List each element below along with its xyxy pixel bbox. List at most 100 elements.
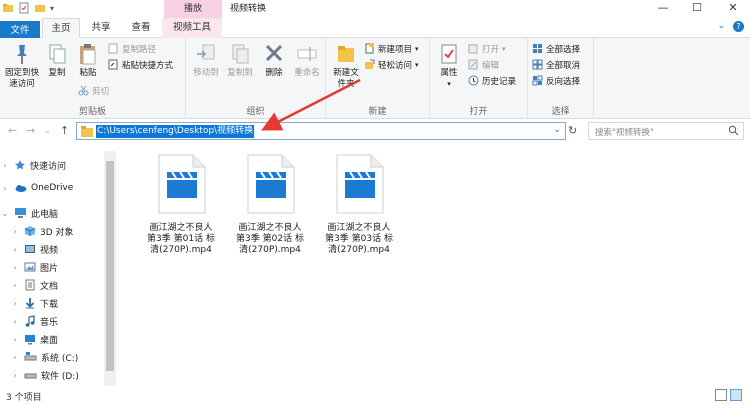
chevron-right-icon[interactable]: ›	[10, 245, 20, 254]
nav-item-pictures[interactable]: › 图片	[10, 259, 58, 275]
select-none-button[interactable]: 全部取消	[532, 58, 580, 71]
properties-icon[interactable]	[18, 2, 30, 14]
nav-item-desktop[interactable]: › 桌面	[10, 331, 58, 347]
folder-icon	[3, 4, 13, 12]
chevron-down-icon[interactable]: ⌄	[0, 209, 10, 218]
nav-item-this-pc[interactable]: ⌄ 此电脑	[0, 205, 58, 221]
close-button[interactable]: ✕	[716, 0, 750, 18]
back-arrow-icon[interactable]: ←	[8, 124, 17, 137]
chevron-right-icon[interactable]: ›	[10, 317, 20, 326]
item-count: 3 个项目	[6, 393, 42, 403]
nav-item-drive-c[interactable]: › 系统 (C:)	[10, 349, 78, 365]
pin-icon	[17, 45, 27, 64]
history-button[interactable]: 历史记录	[468, 74, 516, 87]
large-icons-view-icon[interactable]	[730, 389, 742, 401]
pin-to-quick-access-button[interactable]: 固定到快速访问	[2, 42, 42, 90]
invert-selection-button[interactable]: 反向选择	[532, 74, 580, 87]
maximize-button[interactable]: ☐	[680, 0, 714, 18]
new-folder-button[interactable]: 新建文件夹	[328, 42, 364, 90]
scrollbar-thumb[interactable]	[106, 161, 114, 371]
nav-item-music[interactable]: › 音乐	[10, 313, 58, 329]
refresh-icon[interactable]: ↻	[568, 124, 577, 137]
chevron-right-icon[interactable]: ›	[10, 263, 20, 272]
chevron-right-icon[interactable]: ›	[10, 353, 20, 362]
tab-share[interactable]: 共享	[84, 18, 118, 38]
select-all-button[interactable]: 全部选择	[532, 42, 580, 55]
nav-item-label: 视频	[40, 245, 59, 256]
nav-item-videos[interactable]: › 视频	[10, 241, 58, 257]
tab-video-tools[interactable]: 视频工具	[162, 18, 222, 38]
help-icon[interactable]: ?	[733, 21, 744, 32]
chevron-right-icon[interactable]: ›	[10, 335, 20, 344]
chevron-right-icon[interactable]: ›	[10, 299, 20, 308]
nav-item-documents[interactable]: › 文档	[10, 277, 58, 293]
address-path[interactable]: C:\Users\cenfeng\Desktop\视频转换	[96, 125, 255, 138]
rename-button[interactable]: 重命名	[290, 42, 324, 79]
file-name: 画江湖之不良人 第3季 第01话 标 清(270P).mp4	[147, 223, 215, 255]
new-folder-icon[interactable]	[34, 2, 46, 14]
cut-button[interactable]: 剪切	[78, 84, 109, 97]
chevron-right-icon[interactable]: ›	[10, 227, 20, 236]
chevron-right-icon[interactable]: ›	[0, 161, 10, 170]
minimize-button[interactable]: —	[646, 0, 680, 18]
nav-item-drive-d[interactable]: › 软件 (D:)	[10, 367, 79, 383]
invert-selection-label: 反向选择	[546, 76, 581, 87]
forward-arrow-icon[interactable]: →	[26, 124, 35, 137]
move-to-button[interactable]: 移动到	[190, 42, 222, 79]
chevron-down-icon: ▾	[447, 80, 451, 88]
chevron-down-icon[interactable]: ⌄	[717, 21, 725, 32]
easy-access-button[interactable]: 轻松访问 ▾	[364, 58, 419, 71]
edit-icon	[468, 59, 478, 70]
select-all-label: 全部选择	[546, 44, 581, 55]
search-input[interactable]: 搜索"视频转换"	[588, 122, 744, 140]
up-arrow-icon[interactable]: ↑	[60, 124, 69, 137]
delete-button[interactable]: 删除	[262, 42, 286, 79]
cloud-icon	[15, 185, 27, 192]
paste-shortcut-label: 粘贴快捷方式	[122, 60, 174, 71]
nav-pane-scrollbar[interactable]	[104, 151, 116, 386]
copy-path-button[interactable]: 复制路径	[108, 42, 156, 55]
file-item[interactable]: 画江湖之不良人 第3季 第01话 标 清(270P).mp4	[137, 154, 225, 256]
paste-button[interactable]: 粘贴	[74, 42, 102, 79]
context-tab-play: 播放	[164, 0, 222, 18]
nav-item-downloads[interactable]: › 下载	[10, 295, 58, 311]
open-button[interactable]: 打开 ▾	[468, 42, 506, 55]
paste-shortcut-icon	[108, 59, 118, 70]
paste-icon	[80, 44, 96, 65]
paste-shortcut-button[interactable]: 粘贴快捷方式	[108, 58, 173, 71]
file-item[interactable]: 画江湖之不良人 第3季 第03话 标 清(270P).mp4	[315, 154, 403, 256]
tab-home[interactable]: 主页	[42, 18, 80, 39]
copy-to-button[interactable]: 复制到	[224, 42, 256, 79]
file-item[interactable]: 画江湖之不良人 第3季 第02话 标 清(270P).mp4	[226, 154, 314, 256]
file-name: 画江湖之不良人 第3季 第03话 标 清(270P).mp4	[325, 223, 393, 255]
select-group-label: 选择	[551, 107, 570, 117]
address-bar[interactable]: C:\Users\cenfeng\Desktop\视频转换 ⌄	[76, 122, 566, 140]
details-view-icon[interactable]	[715, 389, 727, 401]
copy-label: 复制	[48, 68, 66, 78]
tab-view[interactable]: 查看	[124, 18, 158, 38]
edit-button[interactable]: 编辑	[468, 58, 499, 71]
chevron-right-icon[interactable]: ›	[10, 281, 20, 290]
nav-item-3d-objects[interactable]: › 3D 对象	[10, 223, 74, 239]
recent-locations-chevron-icon[interactable]: ⌄	[44, 126, 51, 135]
nav-item-onedrive[interactable]: › OneDrive	[0, 180, 73, 196]
copy-button[interactable]: 复制	[44, 42, 70, 79]
new-item-icon	[365, 43, 374, 54]
cut-label: 剪切	[92, 86, 110, 97]
pc-icon	[15, 208, 26, 218]
delete-icon	[265, 44, 283, 62]
nav-item-label: 软件 (D:)	[41, 371, 79, 382]
chevron-down-icon[interactable]: ⌄	[553, 125, 561, 135]
customize-quick-access-icon[interactable]: ▾	[50, 4, 54, 13]
view-toggle	[715, 389, 742, 401]
nav-item-label: 系统 (C:)	[41, 353, 79, 364]
new-item-button[interactable]: 新建项目 ▾	[364, 42, 419, 55]
file-list: 画江湖之不良人 第3季 第01话 标 清(270P).mp4 画江湖之不良人 第…	[117, 151, 750, 386]
nav-item-quick-access[interactable]: › 快速访问	[0, 157, 66, 173]
drive-icon	[24, 373, 37, 379]
properties-button[interactable]: 属性 ▾	[434, 42, 464, 90]
chevron-right-icon[interactable]: ›	[0, 184, 10, 193]
desktop-icon	[25, 335, 35, 345]
chevron-right-icon[interactable]: ›	[10, 371, 20, 380]
rename-icon	[297, 47, 317, 61]
